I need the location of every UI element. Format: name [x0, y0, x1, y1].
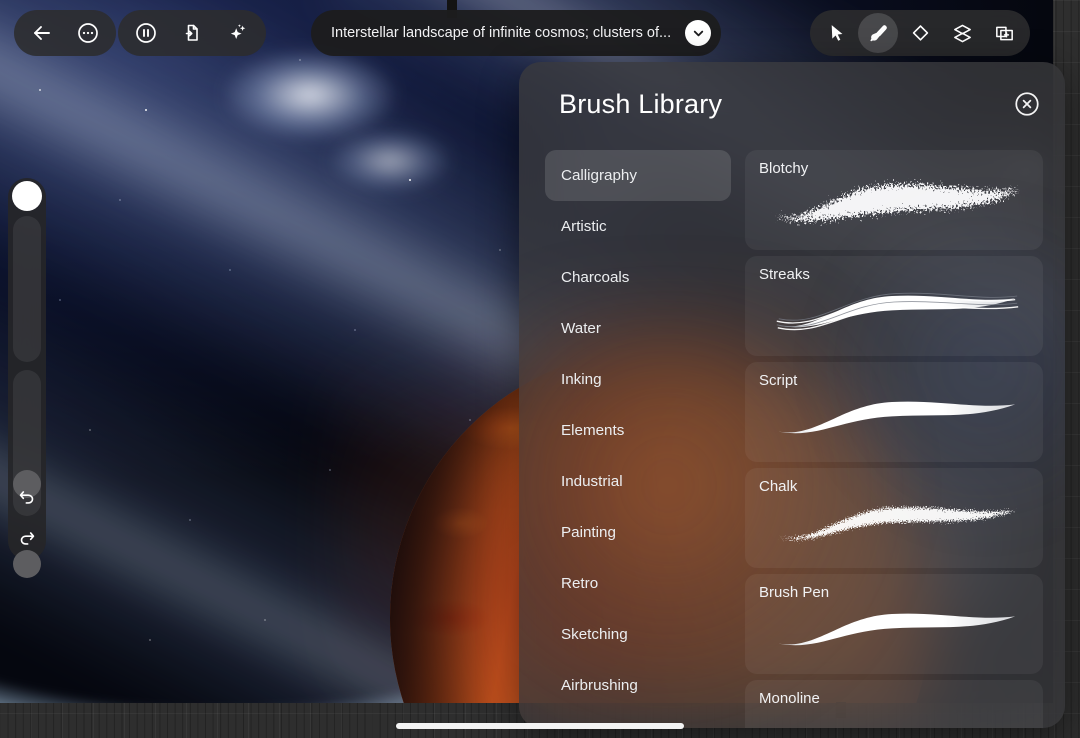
prompt-bar[interactable]: Interstellar landscape of infinite cosmo…	[311, 10, 721, 56]
brush-opacity-slider-thumb[interactable]	[13, 550, 41, 578]
redo-arrow-icon[interactable]	[12, 523, 42, 553]
brush-item-label: Monoline	[759, 690, 820, 707]
category-list[interactable]: Calligraphy Artistic Charcoals Water Inking E…	[545, 146, 731, 728]
brush-stroke-preview	[745, 166, 1043, 250]
brush-stroke-preview	[745, 590, 1043, 674]
category-item-label: Painting	[561, 524, 616, 541]
category-item-airbrushing[interactable]: Airbrushing	[545, 660, 731, 711]
brush-item-label: Script	[759, 372, 797, 389]
category-item-calligraphy[interactable]: Calligraphy	[545, 150, 731, 201]
toolbar-right	[810, 10, 1030, 56]
export-button[interactable]	[172, 13, 212, 53]
category-item-painting[interactable]: Painting	[545, 507, 731, 558]
close-circle-icon[interactable]	[1013, 90, 1041, 118]
brush-item-monoline[interactable]: Monoline	[745, 680, 1043, 728]
select-tool[interactable]	[816, 13, 856, 53]
brush-item-chalk[interactable]: Chalk	[745, 468, 1043, 568]
toolbar-left	[14, 10, 116, 56]
add-layer-tool[interactable]	[984, 13, 1024, 53]
category-item-charcoals[interactable]: Charcoals	[545, 252, 731, 303]
brush-item-streaks[interactable]: Streaks	[745, 256, 1043, 356]
brush-item-brush-pen[interactable]: Brush Pen	[745, 574, 1043, 674]
category-item-label: Inking	[561, 371, 602, 388]
eraser-tool[interactable]	[900, 13, 940, 53]
brush-tool[interactable]	[858, 13, 898, 53]
brush-item-label: Blotchy	[759, 160, 808, 177]
category-item-label: Calligraphy	[561, 167, 637, 184]
category-item-industrial[interactable]: Industrial	[545, 456, 731, 507]
pause-button[interactable]	[126, 13, 166, 53]
brush-item-label: Streaks	[759, 266, 810, 283]
prompt-text: Interstellar landscape of infinite cosmo…	[331, 25, 671, 41]
brush-item-label: Brush Pen	[759, 584, 829, 601]
brush-size-slider-track[interactable]	[13, 216, 41, 362]
home-indicator	[396, 723, 684, 729]
panel-header: Brush Library	[519, 62, 1065, 146]
brush-stroke-preview	[745, 378, 1043, 462]
back-button[interactable]	[22, 13, 62, 53]
category-item-label: Airbrushing	[561, 677, 638, 694]
category-item-label: Elements	[561, 422, 624, 439]
category-item-artistic[interactable]: Artistic	[545, 201, 731, 252]
color-swatch[interactable]	[12, 181, 42, 211]
brush-item-script[interactable]: Script	[745, 362, 1043, 462]
panel-body: Calligraphy Artistic Charcoals Water Inking E…	[519, 146, 1065, 728]
brush-sidebar	[8, 178, 46, 560]
category-item-label: Artistic	[561, 218, 607, 235]
app-root: Interstellar landscape of infinite cosmo…	[0, 0, 1080, 738]
category-item-water[interactable]: Water	[545, 303, 731, 354]
category-item-retro[interactable]: Retro	[545, 558, 731, 609]
brush-stroke-preview	[745, 272, 1043, 356]
toolbar-mid	[118, 10, 266, 56]
chevron-down-icon[interactable]	[685, 20, 711, 46]
layers-tool[interactable]	[942, 13, 982, 53]
brush-item-blotchy[interactable]: Blotchy	[745, 150, 1043, 250]
category-item-inking[interactable]: Inking	[545, 354, 731, 405]
category-item-label: Water	[561, 320, 601, 337]
category-item-sketching[interactable]: Sketching	[545, 609, 731, 660]
category-item-label: Sketching	[561, 626, 628, 643]
brush-list[interactable]: Blotchy Streaks Script Chalk Brush Pen Monoli…	[745, 146, 1043, 728]
ai-button[interactable]	[218, 13, 258, 53]
page-title: Brush Library	[559, 89, 722, 120]
category-item-label: Charcoals	[561, 269, 629, 286]
category-item-elements[interactable]: Elements	[545, 405, 731, 456]
more-button[interactable]	[68, 13, 108, 53]
undo-arrow-icon[interactable]	[12, 482, 42, 512]
category-item-label: Industrial	[561, 473, 623, 490]
brush-library-panel: Brush Library Calligraphy Artistic Charcoa…	[519, 62, 1065, 728]
brush-item-label: Chalk	[759, 478, 797, 495]
brush-stroke-preview	[745, 484, 1043, 568]
category-item-label: Retro	[561, 575, 598, 592]
